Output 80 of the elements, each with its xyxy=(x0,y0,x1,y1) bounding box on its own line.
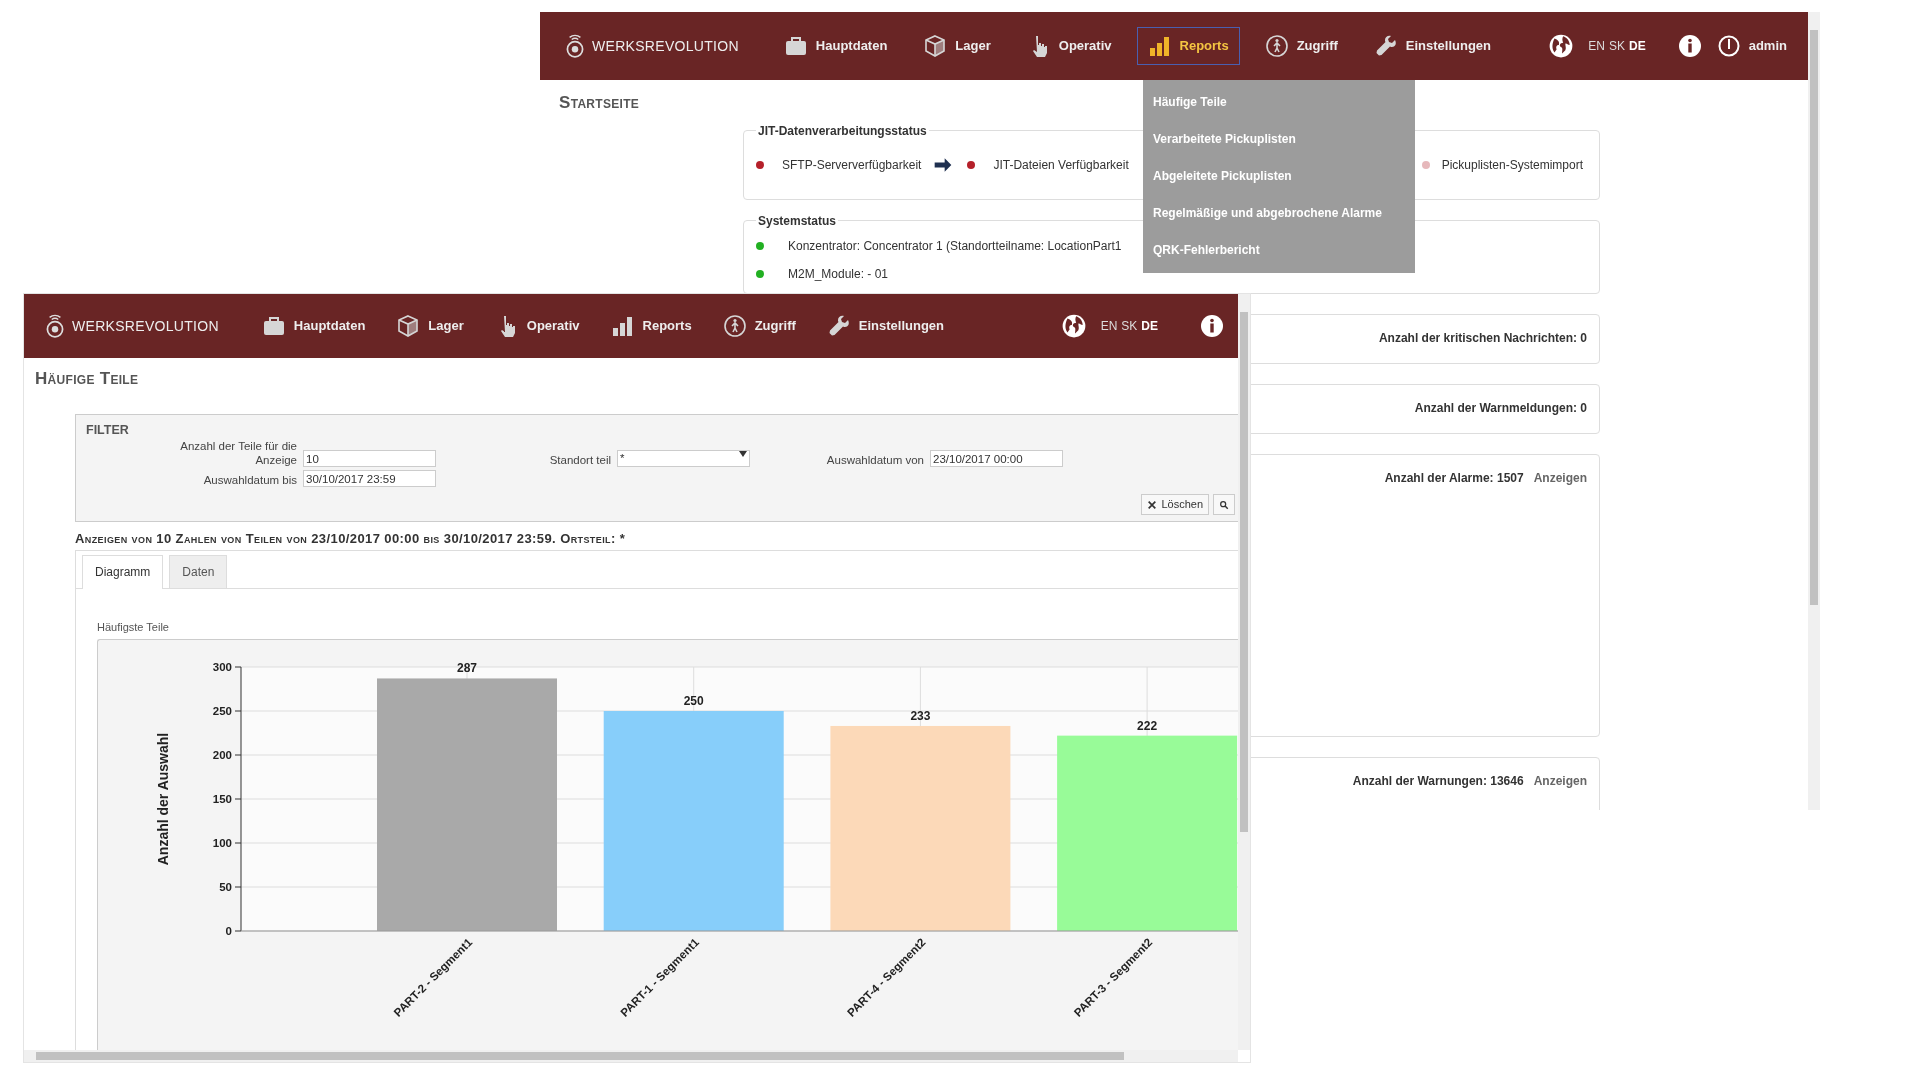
counter-label: Anzahl der Warnmeldungen: 0 xyxy=(1414,399,1587,417)
nav-link[interactable]: Lager xyxy=(912,27,1002,65)
nav-link[interactable]: Hauptdaten xyxy=(250,307,377,345)
counter-label: Anzahl der Warnungen: 13646 xyxy=(1352,772,1524,790)
tick-label: 0 xyxy=(225,924,232,937)
status-label: JIT-Dateien Verfügbarkeit xyxy=(993,156,1129,174)
tab[interactable]: Diagramm xyxy=(82,555,164,590)
nav-link[interactable]: Reports xyxy=(599,307,703,345)
nav-link[interactable]: Operativ xyxy=(1015,27,1123,65)
nav-link[interactable]: Einstellungen xyxy=(815,307,956,345)
tick-label: 300 xyxy=(212,660,232,673)
value-label: 233 xyxy=(910,708,931,723)
logo-text: WERKSREVOLUTION xyxy=(592,36,739,56)
language-link[interactable]: DE xyxy=(1141,317,1158,335)
axis-title: Anzahl der Auswahl xyxy=(155,732,171,865)
briefcase-icon xyxy=(783,34,808,58)
tick-label: 50 xyxy=(219,880,232,893)
vertical-scrollbar[interactable] xyxy=(1808,12,1820,810)
info-icon[interactable] xyxy=(1677,34,1702,58)
globe-icon[interactable] xyxy=(1060,313,1087,339)
counter-label: Anzahl der kritischen Nachrichten: 0 xyxy=(1378,329,1587,347)
field-label: Standort teil xyxy=(549,453,611,468)
field-label: Auswahldatum von xyxy=(826,453,924,468)
input-field[interactable]: 10 xyxy=(303,450,436,468)
search-icon xyxy=(1219,499,1229,510)
language-link[interactable]: EN xyxy=(1100,317,1118,335)
nav-link[interactable]: Lager xyxy=(385,307,475,345)
status-label: SFTP-Serververfügbarkeit xyxy=(782,156,922,174)
search-button[interactable] xyxy=(1213,494,1235,515)
dropdown-field[interactable]: * xyxy=(617,450,750,468)
field-label: Auswahldatum bis xyxy=(203,473,297,488)
nav-link[interactable]: Zugriff xyxy=(1253,27,1349,65)
horizontal-scrollbar[interactable] xyxy=(24,1050,1238,1062)
value-label: 250 xyxy=(683,693,704,708)
show-link[interactable]: Anzeigen xyxy=(1533,468,1587,487)
input-field[interactable]: 23/10/2017 00:00 xyxy=(930,450,1063,468)
counter-label: Anzahl der Alarme: 1507 xyxy=(1384,469,1524,487)
info-icon[interactable] xyxy=(1200,314,1224,338)
caret-icon xyxy=(739,451,747,458)
bar-chart-icon xyxy=(1147,34,1172,58)
status-label: Pickuplisten-Systemimport xyxy=(1441,156,1583,174)
value-label: 287 xyxy=(457,661,477,676)
close-icon xyxy=(1147,499,1158,510)
tick-label: 250 xyxy=(212,704,232,717)
language-link[interactable]: EN xyxy=(1588,37,1605,55)
tick-label: 150 xyxy=(212,792,232,805)
briefcase-icon xyxy=(261,314,286,338)
bar-chart-icon xyxy=(610,314,635,338)
vertical-scrollbar[interactable] xyxy=(1238,294,1250,1050)
field-label: Anzahl der Teile für die Anzeige xyxy=(179,439,297,468)
page-title: Häufige Teile xyxy=(35,368,139,390)
globe-icon[interactable] xyxy=(1548,33,1575,59)
logo-text: WERKSREVOLUTION xyxy=(72,316,219,336)
language-link[interactable]: SK xyxy=(1609,37,1626,55)
filter-title: FILTER xyxy=(86,421,130,439)
status-label: M2M_Module: - 01 xyxy=(788,265,889,283)
chart-title: Häufigste Teile xyxy=(97,620,170,636)
language-link[interactable]: DE xyxy=(1629,37,1646,55)
walking-person-icon xyxy=(1264,34,1289,58)
tick-label: 100 xyxy=(212,836,232,849)
walking-person-icon xyxy=(722,314,747,338)
power-icon xyxy=(1716,34,1741,58)
tab[interactable]: Daten xyxy=(169,555,228,589)
tick-label: 200 xyxy=(212,748,232,761)
summary-text: Anzeigen von 10 Zahlen von Teilen von 23/10/2017 00:00 bis 30/10/2017 23:59. Ortsteil: * xyxy=(75,529,627,548)
cube-icon xyxy=(396,314,421,338)
page-title: Startseite xyxy=(559,92,640,114)
clear-button[interactable]: Löschen xyxy=(1141,494,1209,515)
nav-link[interactable]: Einstellungen xyxy=(1362,27,1503,65)
user-menu[interactable]: admin xyxy=(1715,33,1788,59)
nav-link[interactable]: Operativ xyxy=(483,307,591,345)
language-link[interactable]: SK xyxy=(1121,317,1138,335)
input-field[interactable]: 30/10/2017 23:59 xyxy=(303,470,436,488)
cube-icon xyxy=(923,34,948,58)
nav-link[interactable]: Hauptdaten xyxy=(772,27,899,65)
nav-link[interactable]: Reports xyxy=(1136,27,1240,65)
status-label: Konzentrator: Concentrator 1 (Standortteilname: LocationPart1 xyxy=(788,237,1122,255)
show-link[interactable]: Anzeigen xyxy=(1533,771,1587,790)
nav-link[interactable]: Zugriff xyxy=(711,307,807,345)
value-label: 222 xyxy=(1137,718,1158,733)
